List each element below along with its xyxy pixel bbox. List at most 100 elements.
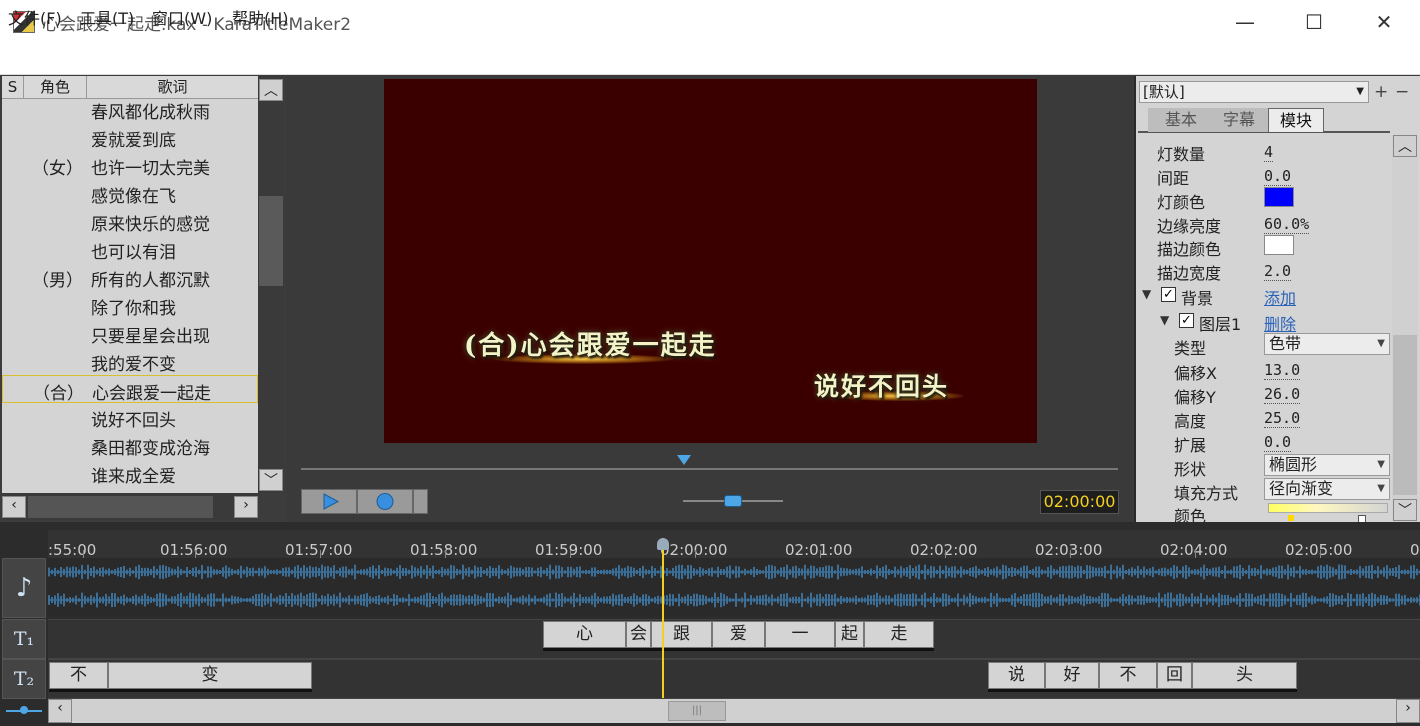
time-ruler[interactable]: :55:00 01:56:00 01:57:00 01:58:00 01:59:00 02… [48,530,1420,559]
header-s[interactable]: S [2,76,24,98]
properties-scrollbar[interactable]: ︿ ﹀ [1392,135,1418,522]
prop-value-offset-x[interactable]: 13.0 [1264,361,1301,380]
playhead[interactable] [662,538,664,698]
lyric-row[interactable]: 桑田都变成沧海 [2,431,258,459]
expand-background-icon[interactable]: ▼ [1142,287,1151,301]
menu-tools[interactable]: 工具(T) [80,5,134,29]
volume-slider-knob[interactable] [724,495,742,507]
type-dropdown[interactable]: 色带 ▼ [1264,333,1390,355]
track1-icon[interactable]: T₁ [2,619,46,659]
scroll-down-icon[interactable]: ﹀ [259,469,283,491]
syllable-cell[interactable]: 会 [626,621,651,648]
track2-icon[interactable]: T₂ [2,659,46,699]
waveform-bar [1389,568,1391,576]
remove-style-icon[interactable]: − [1395,82,1409,102]
prop-value-height[interactable]: 25.0 [1264,409,1301,428]
syllable-cell[interactable]: 变 [108,662,312,689]
lyrics-horizontal-scrollbar[interactable]: ‹ › [2,494,258,520]
ruler-tick-mark [695,550,696,558]
prop-value-spacing[interactable]: 0.0 [1264,167,1292,186]
scroll-left-icon[interactable]: ‹ [48,699,72,723]
expand-layer-icon[interactable]: ▼ [1160,313,1169,327]
syllable-cell[interactable]: 不 [1099,662,1157,689]
timeline-scrollbar[interactable]: ‹ ||| › [48,699,1420,723]
syllable-cell[interactable]: 好 [1045,662,1099,689]
record-button[interactable] [357,489,413,514]
syllable-cell[interactable]: 心 [543,621,626,648]
waveform-bar [816,568,818,576]
header-lyric[interactable]: 歌词 [87,76,258,98]
lamp-color-swatch[interactable] [1264,187,1294,207]
seek-bar[interactable] [301,468,1118,470]
prop-value-expand[interactable]: 0.0 [1264,433,1292,452]
minimize-button[interactable]: — [1215,0,1275,44]
lyric-row[interactable]: 只要星星会出现 [2,319,258,347]
menu-file[interactable]: 文件(F) [8,5,62,29]
syllable-cell[interactable]: 跟 [651,621,712,648]
fill-mode-dropdown[interactable]: 径向渐变 ▼ [1264,478,1390,500]
syllable-cell[interactable]: 走 [864,621,934,648]
lyric-row[interactable]: 感觉像在飞 [2,179,258,207]
delete-layer-link[interactable]: 删除 [1264,311,1296,335]
waveform-bar [1128,568,1130,576]
scroll-down-icon[interactable]: ﹀ [1393,499,1417,521]
syllable-cell[interactable]: 起 [835,621,864,648]
waveform-bar [897,593,899,607]
transport-extra-button[interactable] [413,489,428,514]
background-checkbox[interactable]: ✓ [1161,287,1176,302]
play-button[interactable] [301,489,357,514]
scroll-right-icon[interactable]: › [234,496,258,518]
syllable-cell[interactable]: 回 [1157,662,1192,689]
scroll-up-icon[interactable]: ︿ [1393,135,1417,157]
lyric-row[interactable]: （男） 所有的人都沉默 [2,263,258,291]
stroke-color-swatch[interactable] [1264,235,1294,255]
lyric-row[interactable]: 说好不回头 [2,403,258,431]
syllable-cell[interactable]: 说 [988,662,1045,689]
audio-waveform[interactable] [48,558,1420,616]
lyric-row[interactable]: 也可以有泪 [2,235,258,263]
waveform-bar [900,593,902,607]
hscroll-thumb[interactable] [28,496,213,518]
layer-checkbox[interactable]: ✓ [1179,313,1194,328]
gradient-stop-icon[interactable] [1288,515,1294,521]
waveform-bar [1104,592,1106,608]
syllable-cell[interactable]: 一 [765,621,835,648]
shape-dropdown[interactable]: 椭圆形 ▼ [1264,454,1390,476]
syllable-cell[interactable]: 不 [49,662,108,689]
style-dropdown[interactable]: [默认] ▼ [1139,81,1369,103]
close-button[interactable]: ✕ [1354,0,1414,44]
zoom-slider[interactable] [2,700,46,722]
audio-track-icon[interactable]: ♪ [2,558,46,618]
prop-value-offset-y[interactable]: 26.0 [1264,385,1301,404]
hscroll-thumb[interactable]: ||| [668,701,726,721]
zoom-slider-knob[interactable] [20,706,28,714]
lyric-row[interactable]: 我的爱不变 [2,347,258,375]
scroll-thumb[interactable] [1393,335,1417,495]
menu-help[interactable]: 帮助(H) [232,5,289,29]
scroll-thumb[interactable] [259,196,283,286]
lyric-row[interactable]: 谁来成全爱 [2,459,258,487]
prop-value-stroke-width[interactable]: 2.0 [1264,262,1292,281]
scroll-right-icon[interactable]: › [1396,699,1420,723]
playhead-handle[interactable] [657,538,669,550]
lyric-row[interactable]: （合） 心会跟爱一起走 [2,375,258,404]
lyric-row[interactable]: （女） 也许一切太完美 [2,151,258,179]
prop-value-edge-brightness[interactable]: 60.0% [1264,215,1310,234]
add-style-icon[interactable]: + [1374,82,1388,102]
lyric-row[interactable]: 除了你和我 [2,291,258,319]
syllable-cell[interactable]: 爱 [712,621,765,648]
maximize-button[interactable]: ☐ [1284,0,1344,44]
lyric-row[interactable]: 爱就爱到底 [2,123,258,151]
seek-marker-icon[interactable] [677,455,691,465]
lyric-row[interactable]: 春风都化成秋雨 [2,99,258,123]
syllable-cell[interactable]: 头 [1192,662,1297,689]
header-role[interactable]: 角色 [24,76,87,98]
color-gradient-bar[interactable] [1268,503,1388,513]
prop-value-lamp-count[interactable]: 4 [1264,143,1274,162]
lyric-row[interactable]: 原来快乐的感觉 [2,207,258,235]
lyrics-vertical-scrollbar[interactable]: ︿ ﹀ [258,76,284,493]
scroll-up-icon[interactable]: ︿ [259,79,283,101]
menu-window[interactable]: 窗口(W) [152,5,212,29]
scroll-left-icon[interactable]: ‹ [2,496,26,518]
add-layer-link[interactable]: 添加 [1264,285,1296,309]
